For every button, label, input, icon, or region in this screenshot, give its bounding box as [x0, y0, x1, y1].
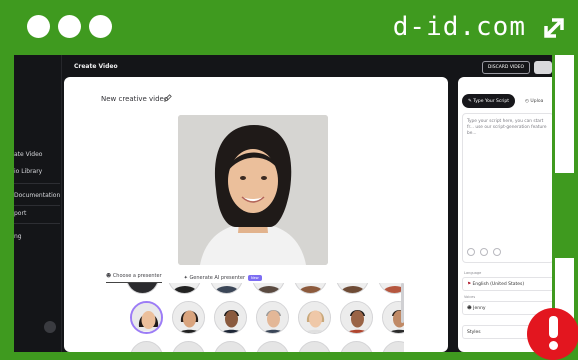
- presenter-avatar[interactable]: [298, 301, 331, 334]
- pause-icon[interactable]: [480, 248, 488, 256]
- video-title[interactable]: New creative video: [101, 95, 168, 103]
- tab-choose-presenter[interactable]: ☻ Choose a presenter: [106, 273, 162, 283]
- window-dot-minimize[interactable]: [58, 15, 81, 38]
- browser-top-bar: d-id.com: [0, 0, 578, 55]
- presenter-avatar[interactable]: [294, 283, 327, 294]
- sidebar-item-video-library[interactable]: io Library: [14, 168, 42, 175]
- presenter-avatar[interactable]: [214, 341, 247, 352]
- presenter-avatar[interactable]: [340, 301, 373, 334]
- presenter-avatar[interactable]: [130, 341, 163, 352]
- presenter-avatar[interactable]: [168, 283, 201, 294]
- sidebar-item-support[interactable]: port: [14, 210, 26, 217]
- presenter-portrait-image: [178, 115, 328, 265]
- window-dot-close[interactable]: [27, 15, 50, 38]
- presenter-avatar[interactable]: [382, 341, 404, 352]
- alert-exclamation-dot: [549, 341, 558, 350]
- presenter-avatar[interactable]: [336, 283, 369, 294]
- tab-label: Uploa: [530, 98, 544, 104]
- presenter-avatar[interactable]: [172, 341, 205, 352]
- expand-arrow-icon[interactable]: [542, 16, 566, 40]
- domain-label: d-id.com: [392, 12, 526, 42]
- tab-label: Generate AI presenter: [189, 275, 246, 281]
- video-canvas: New creative video ☻ Choose a presenter …: [64, 77, 448, 352]
- presenter-avatar[interactable]: [172, 301, 205, 334]
- script-tabs: ✎ Type Your Script ◴ Uploa: [462, 94, 549, 108]
- tab-type-your-script[interactable]: ✎ Type Your Script: [462, 94, 516, 108]
- new-badge: New: [248, 275, 262, 281]
- tab-label: Choose a presenter: [112, 273, 162, 279]
- window-controls: [27, 15, 112, 38]
- browser-frame: d-id.com ate Video io Library Documentat…: [0, 0, 578, 360]
- script-tools: [467, 248, 501, 256]
- language-label: Language: [464, 271, 482, 275]
- presenter-avatar[interactable]: [126, 283, 159, 294]
- tab-label: Type Your Script: [473, 98, 510, 104]
- sidebar-divider: [14, 205, 60, 206]
- script-textarea[interactable]: Type your script here, you can start fr.…: [462, 113, 552, 263]
- presenter-avatar[interactable]: [256, 301, 289, 334]
- alert-exclamation-icon: [549, 316, 558, 338]
- styles-value: Styles: [467, 329, 481, 335]
- presenter-avatar[interactable]: [252, 283, 285, 294]
- presenter-avatar[interactable]: [340, 341, 373, 352]
- presenter-avatar[interactable]: [214, 301, 247, 334]
- language-select[interactable]: ⚑ English (United States): [462, 277, 552, 291]
- sidebar-divider: [14, 183, 60, 184]
- app-screen: ate Video io Library Documentation port …: [14, 55, 552, 352]
- collapse-sidebar-icon[interactable]: [44, 321, 56, 333]
- presenter-avatar[interactable]: [298, 341, 331, 352]
- presenter-avatar[interactable]: [210, 283, 243, 294]
- sidebar-item-settings[interactable]: ng: [14, 233, 22, 240]
- voice-value: Jenny: [473, 305, 486, 311]
- discard-video-button[interactable]: DISCARD VIDEO: [482, 61, 530, 74]
- tab-upload-audio[interactable]: ◴ Uploa: [519, 94, 549, 108]
- script-placeholder: Type your script here, you can start fr.…: [467, 119, 547, 136]
- sidebar-item-documentation[interactable]: Documentation: [14, 192, 60, 199]
- timer-icon[interactable]: [493, 248, 501, 256]
- tab-generate-ai-presenter[interactable]: ✦ Generate AI presenter New: [184, 275, 262, 281]
- presenter-grid: [104, 283, 404, 352]
- voice-label: Voices: [464, 295, 476, 299]
- language-value: English (United States): [472, 281, 525, 287]
- presenter-preview: [178, 115, 328, 265]
- sidebar-divider: [14, 223, 60, 224]
- page-title: Create Video: [74, 63, 118, 70]
- pencil-icon[interactable]: [164, 94, 172, 102]
- person-icon: ☻: [106, 273, 113, 279]
- sidebar: ate Video io Library Documentation port …: [14, 55, 62, 352]
- window-dot-maximize[interactable]: [89, 15, 112, 38]
- presenter-avatar-selected[interactable]: [130, 301, 163, 334]
- wand-icon[interactable]: [467, 248, 475, 256]
- generate-video-button[interactable]: [534, 61, 552, 74]
- presenter-avatar[interactable]: [256, 341, 289, 352]
- presenter-tabs: ☻ Choose a presenter ✦ Generate AI prese…: [106, 273, 262, 283]
- presenter-grid-scrollbar[interactable]: [401, 283, 404, 323]
- right-overlay-bar: [555, 55, 574, 173]
- script-panel: ✎ Type Your Script ◴ Uploa Type your scr…: [458, 77, 552, 352]
- sidebar-item-create-video[interactable]: ate Video: [14, 151, 42, 158]
